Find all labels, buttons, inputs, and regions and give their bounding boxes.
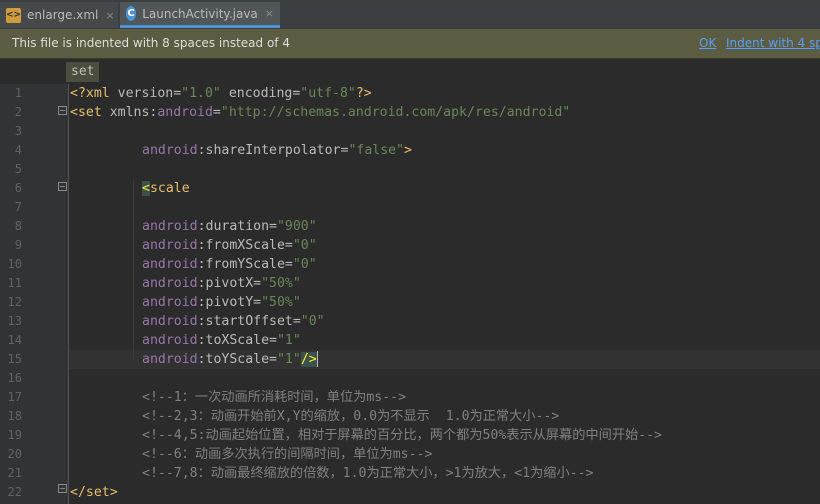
java-class-icon: C: [126, 6, 137, 21]
code-editor[interactable]: <?xml version="1.0" encoding="utf-8"?> <…: [69, 84, 820, 504]
line-number: 20: [7, 447, 22, 461]
code-comment-line-19: <!--4,5:动画起始位置，相对于屏幕的百分比，两个都为50%表示从屏幕的中间…: [142, 428, 662, 443]
code-line-8: android:duration="900": [142, 219, 317, 234]
close-icon[interactable]: ×: [105, 9, 114, 22]
line-number: 2: [14, 105, 22, 119]
editor-tab-bar: <> enlarge.xml × C LaunchActivity.java ×: [0, 0, 820, 30]
line-number: 19: [7, 428, 22, 442]
line-number: 3: [14, 124, 22, 138]
line-number: 15: [7, 352, 22, 366]
line-number: 1: [14, 86, 22, 100]
line-number: 4: [14, 143, 22, 157]
close-icon[interactable]: ×: [265, 7, 274, 20]
line-number: 12: [7, 295, 22, 309]
code-line-15: android:toYScale="1"/>: [142, 351, 318, 367]
code-line-9: android:fromXScale="0": [142, 238, 317, 253]
line-number: 14: [7, 333, 22, 347]
line-number: 11: [7, 276, 22, 290]
code-comment-line-21: <!--7,8：动画最终缩放的倍数，1.0为正常大小，>1为放大，<1为缩小--…: [142, 466, 594, 481]
line-number: 6: [14, 181, 22, 195]
tab-launch-activity-java[interactable]: C LaunchActivity.java ×: [120, 2, 280, 28]
line-number: 16: [7, 371, 22, 385]
fold-icon[interactable]: [58, 106, 67, 115]
fold-icon[interactable]: [58, 182, 67, 191]
code-line-12: android:pivotY="50%": [142, 295, 301, 310]
code-line-4: android:shareInterpolator="false">: [142, 143, 412, 158]
code-comment-line-18: <!--2,3：动画开始前X,Y的缩放，0.0为不显示 1.0为正常大小-->: [142, 409, 560, 424]
indent-guide: [133, 180, 134, 360]
code-line-22: </set>: [70, 485, 118, 500]
code-line-11: android:pivotX="50%": [142, 276, 301, 291]
line-number: 10: [7, 257, 22, 271]
line-number-gutter: 1 2 3 4 5 6 7 8 9 10 11 12 13 14 15 16 17 18 19 20 21 22: [0, 84, 90, 504]
code-comment-line-17: <!--1：一次动画所消耗时间，单位为ms-->: [142, 390, 407, 405]
indent-with-4-spaces-link[interactable]: Indent with 4 sp: [726, 29, 820, 58]
tab-label: LaunchActivity.java: [142, 6, 258, 21]
xml-file-icon: <>: [6, 7, 21, 23]
indent-notification-bar: This file is indented with 8 spaces inst…: [0, 29, 820, 59]
tab-enlarge-xml[interactable]: <> enlarge.xml ×: [0, 2, 118, 28]
code-line-13: android:startOffset="0": [142, 314, 325, 329]
fold-icon[interactable]: [58, 484, 67, 493]
line-number: 13: [7, 314, 22, 328]
line-number: 21: [7, 466, 22, 480]
code-line-10: android:fromYScale="0": [142, 257, 317, 272]
line-number: 18: [7, 409, 22, 423]
breadcrumb[interactable]: set: [66, 62, 100, 82]
code-line-1: <?xml version="1.0" encoding="utf-8"?>: [70, 86, 372, 101]
notification-message: This file is indented with 8 spaces inst…: [12, 36, 290, 50]
tab-label: enlarge.xml: [27, 8, 99, 22]
text-caret: [316, 351, 318, 367]
line-number: 9: [14, 238, 22, 252]
line-number: 8: [14, 219, 22, 233]
line-number: 7: [14, 200, 22, 214]
line-number: 5: [14, 162, 22, 176]
ok-link[interactable]: OK: [699, 29, 716, 58]
code-line-2: <set xmlns:android="http://schemas.andro…: [70, 105, 571, 120]
code-line-14: android:toXScale="1": [142, 333, 301, 348]
line-number: 22: [7, 485, 22, 499]
code-comment-line-20: <!--6：动画多次执行的间隔时间，单位为ms-->: [142, 447, 433, 462]
code-line-6: <scale: [142, 181, 190, 196]
line-number: 17: [7, 390, 22, 404]
